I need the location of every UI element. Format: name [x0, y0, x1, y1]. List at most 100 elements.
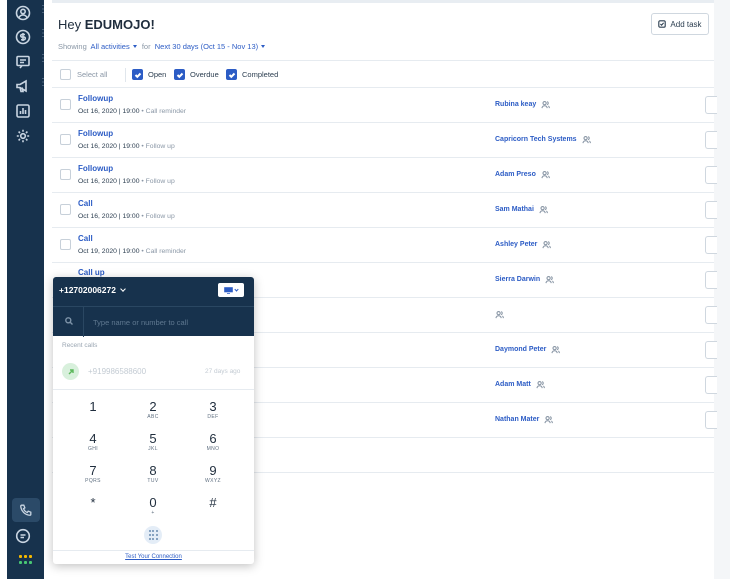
task-datetime: Oct 16, 2020 | 19:00 — [78, 108, 140, 115]
recent-calls-label: Recent calls — [62, 342, 98, 349]
dial-key-letters: GHI — [87, 446, 99, 452]
deals-more-icon[interactable]: ⋮ — [38, 29, 48, 39]
dial-key-letters: TUV — [147, 478, 159, 484]
add-task-label: Add task — [670, 19, 702, 29]
caller-number-select[interactable]: +12702006272 — [59, 285, 126, 295]
dial-key-7[interactable]: 7 PQRS — [73, 463, 113, 485]
conversations-icon[interactable] — [15, 54, 35, 74]
row-action-button[interactable] — [705, 131, 717, 149]
task-title[interactable]: Call — [78, 199, 93, 208]
task-contact[interactable]: Rubina keay — [495, 100, 551, 109]
divider — [125, 68, 126, 82]
dial-key-3[interactable]: 3 DEF — [193, 399, 233, 421]
dial-key-letters: ABC — [147, 414, 159, 420]
activities-filter[interactable]: All activities — [91, 42, 140, 51]
contact-icon — [551, 345, 561, 354]
task-type: Follow up — [145, 178, 175, 185]
task-contact[interactable]: Sierra Darwin — [495, 275, 555, 284]
row-action-button[interactable] — [705, 341, 717, 359]
task-contact[interactable]: Adam Preso — [495, 170, 550, 179]
contact-icon — [544, 415, 554, 424]
dial-key-hash[interactable]: # — [193, 495, 233, 510]
task-contact[interactable]: Capricorn Tech Systems — [495, 135, 591, 144]
dial-key-star[interactable]: * — [73, 495, 113, 510]
task-checkbox[interactable] — [60, 134, 71, 145]
task-contact[interactable]: Ashley Peter — [495, 240, 552, 249]
dial-key-9[interactable]: 9 WXYZ — [193, 463, 233, 485]
test-connection-link[interactable]: Test Your Connection — [53, 550, 254, 564]
divider — [83, 307, 84, 337]
dial-key-5[interactable]: 5 JKL — [133, 431, 173, 453]
dial-key-digit: 7 — [89, 463, 97, 478]
date-range-filter[interactable]: Next 30 days (Oct 15 - Nov 13) — [155, 42, 268, 51]
deals-icon[interactable] — [15, 29, 35, 49]
campaigns-icon[interactable] — [15, 78, 35, 98]
task-title[interactable]: Call up — [78, 268, 105, 277]
task-row[interactable]: Followup Oct 16, 2020 | 19:00 • Follow u… — [52, 123, 717, 158]
row-action-button[interactable] — [705, 201, 717, 219]
search-icon — [65, 317, 73, 325]
task-contact[interactable]: Adam Matt — [495, 380, 545, 389]
row-action-button[interactable] — [705, 271, 717, 289]
dialer-search-input[interactable]: Type name or number to call — [93, 318, 188, 327]
dial-key-1[interactable]: 1 — [73, 399, 113, 414]
task-meta: Oct 19, 2020 | 19:00 • Call reminder — [78, 248, 187, 255]
phone-nav-button[interactable] — [12, 498, 40, 522]
completed-filter-checkbox[interactable] — [226, 69, 237, 80]
contact-icon — [581, 135, 591, 144]
open-filter-label: Open — [148, 70, 167, 79]
task-checkbox[interactable] — [60, 169, 71, 180]
chevron-down-icon — [132, 45, 137, 49]
contacts-icon[interactable] — [15, 5, 35, 25]
dialer-header: +12702006272 Type name or number to call — [53, 277, 254, 337]
select-all-checkbox[interactable] — [60, 69, 71, 80]
task-row[interactable]: Followup Oct 16, 2020 | 19:00 • Follow u… — [52, 158, 717, 193]
dial-key-letters: DEF — [207, 414, 219, 420]
task-row[interactable]: Call Oct 19, 2020 | 19:00 • Call reminde… — [52, 228, 717, 263]
task-contact[interactable]: Nathan Mater — [495, 415, 554, 424]
settings-icon[interactable] — [15, 128, 35, 148]
task-title[interactable]: Call — [78, 234, 93, 243]
task-title[interactable]: Followup — [78, 94, 113, 103]
apps-icon[interactable] — [19, 555, 33, 565]
conversations-more-icon[interactable]: ⋮ — [38, 54, 48, 64]
task-contact[interactable] — [495, 310, 504, 319]
contacts-more-icon[interactable]: ⋮ — [38, 5, 48, 15]
task-checkbox[interactable] — [60, 204, 71, 215]
task-contact[interactable]: Daymond Peter — [495, 345, 561, 354]
dial-key-8[interactable]: 8 TUV — [133, 463, 173, 485]
task-contact[interactable]: Sam Mathai — [495, 205, 548, 214]
dial-key-0[interactable]: 0 + — [133, 495, 173, 517]
row-action-button[interactable] — [705, 411, 717, 429]
task-row[interactable]: Call Oct 16, 2020 | 19:00 • Follow up Sa… — [52, 193, 717, 228]
dial-key-6[interactable]: 6 MNO — [193, 431, 233, 453]
campaigns-more-icon[interactable]: ⋮ — [38, 78, 48, 88]
chevron-down-icon — [261, 45, 266, 49]
completed-filter-label: Completed — [242, 70, 279, 79]
add-task-button[interactable]: Add task — [651, 13, 709, 35]
recent-call-item[interactable]: +919986588600 27 days ago — [53, 359, 254, 385]
row-action-button[interactable] — [705, 306, 717, 324]
task-title[interactable]: Followup — [78, 129, 113, 138]
device-select-button[interactable] — [218, 283, 244, 297]
dial-key-digit: 9 — [209, 463, 217, 478]
keypad-toggle-icon[interactable] — [144, 526, 162, 544]
task-checkbox[interactable] — [60, 99, 71, 110]
row-action-button[interactable] — [705, 96, 717, 114]
row-action-button[interactable] — [705, 166, 717, 184]
dial-key-2[interactable]: 2 ABC — [133, 399, 173, 421]
task-title[interactable]: Followup — [78, 164, 113, 173]
task-checkbox[interactable] — [60, 239, 71, 250]
dial-key-digit: # — [209, 495, 217, 510]
chat-icon[interactable] — [15, 528, 35, 548]
dialer-search[interactable]: Type name or number to call — [53, 306, 254, 337]
overdue-filter-label: Overdue — [190, 70, 219, 79]
reports-icon[interactable] — [15, 103, 35, 123]
row-action-button[interactable] — [705, 236, 717, 254]
task-row[interactable]: Followup Oct 16, 2020 | 19:00 • Call rem… — [52, 88, 717, 123]
row-action-button[interactable] — [705, 376, 717, 394]
open-filter-checkbox[interactable] — [132, 69, 143, 80]
overdue-filter-checkbox[interactable] — [174, 69, 185, 80]
contact-name: Daymond Peter — [495, 346, 547, 353]
dial-key-4[interactable]: 4 GHI — [73, 431, 113, 453]
